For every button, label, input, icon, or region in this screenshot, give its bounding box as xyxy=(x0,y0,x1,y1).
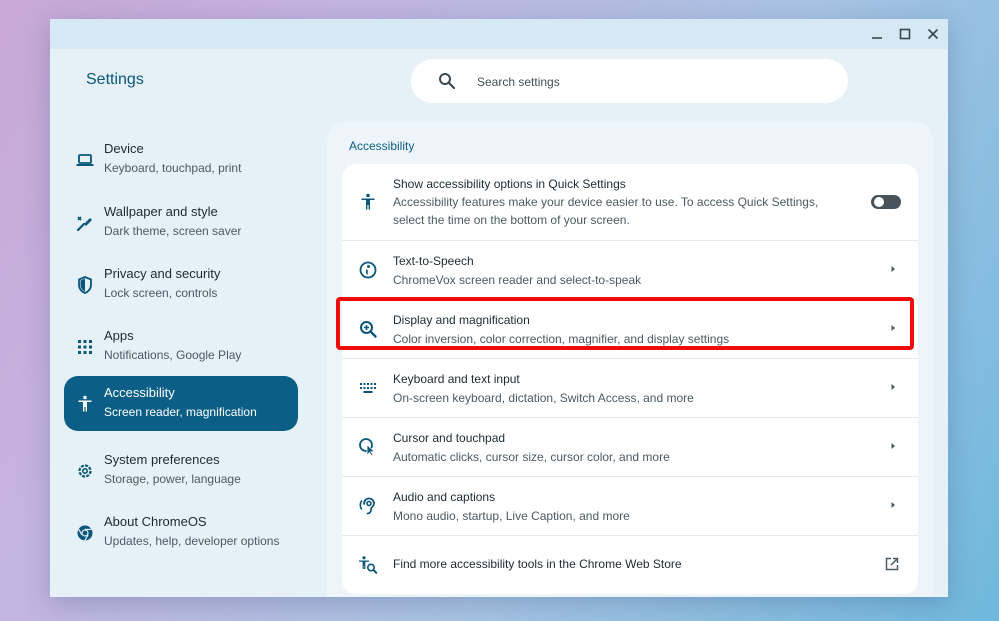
sidebar-item-subtitle: Notifications, Google Play xyxy=(104,348,242,362)
accessibility-icon xyxy=(358,192,378,212)
accessibility-search-icon xyxy=(358,555,378,575)
zoom-in-icon xyxy=(358,319,378,339)
row-title: Audio and captions xyxy=(393,490,496,504)
cursor-icon xyxy=(358,437,378,457)
row-cursor-and-touchpad[interactable]: Cursor and touchpad Automatic clicks, cu… xyxy=(342,417,918,477)
row-subtitle: Mono audio, startup, Live Caption, and m… xyxy=(393,509,630,523)
row-subtitle: Color inversion, color correction, magni… xyxy=(393,332,730,346)
sidebar-item-privacy[interactable]: Privacy and security Lock screen, contro… xyxy=(64,257,298,312)
gear-icon xyxy=(75,461,95,481)
apps-grid-icon xyxy=(75,337,95,357)
chevron-right-icon xyxy=(888,441,898,451)
row-subtitle: On-screen keyboard, dictation, Switch Ac… xyxy=(393,391,694,405)
sidebar-item-about-chromeos[interactable]: About ChromeOS Updates, help, developer … xyxy=(64,505,298,560)
row-title: Cursor and touchpad xyxy=(393,431,506,445)
keyboard-icon xyxy=(358,378,378,398)
row-title: Show accessibility options in Quick Sett… xyxy=(393,177,626,191)
sidebar-item-subtitle: Lock screen, controls xyxy=(104,286,218,300)
search-icon xyxy=(437,71,457,91)
maximize-icon[interactable] xyxy=(896,25,914,43)
settings-window: Settings Device Keyboard, touchpad, prin… xyxy=(50,19,948,597)
row-subtitle: ChromeVox screen reader and select-to-sp… xyxy=(393,273,642,287)
chevron-right-icon xyxy=(888,500,898,510)
sidebar-item-title: System preferences xyxy=(104,452,220,467)
sidebar-item-device[interactable]: Device Keyboard, touchpad, print xyxy=(64,132,298,187)
text-to-speech-icon xyxy=(358,260,378,280)
chevron-right-icon xyxy=(888,382,898,392)
row-keyboard-and-text-input[interactable]: Keyboard and text input On-screen keyboa… xyxy=(342,358,918,418)
row-title: Display and magnification xyxy=(393,313,530,327)
sidebar-item-apps[interactable]: Apps Notifications, Google Play xyxy=(64,319,298,374)
paintbrush-icon xyxy=(75,213,95,233)
sidebar-item-title: Accessibility xyxy=(104,385,175,400)
sidebar-item-title: Apps xyxy=(104,328,134,343)
row-text-to-speech[interactable]: Text-to-Speech ChromeVox screen reader a… xyxy=(342,240,918,300)
sidebar-item-title: About ChromeOS xyxy=(104,514,207,529)
minimize-icon[interactable] xyxy=(868,25,886,43)
row-display-and-magnification[interactable]: Display and magnification Color inversio… xyxy=(342,299,918,359)
caption-bar xyxy=(50,19,948,49)
quick-settings-toggle[interactable] xyxy=(871,195,901,209)
accessibility-card: Show accessibility options in Quick Sett… xyxy=(342,164,918,594)
row-audio-and-captions[interactable]: Audio and captions Mono audio, startup, … xyxy=(342,476,918,536)
sidebar-item-title: Wallpaper and style xyxy=(104,204,218,219)
shield-icon xyxy=(75,275,95,295)
hearing-icon xyxy=(358,496,378,516)
sidebar-item-subtitle: Keyboard, touchpad, print xyxy=(104,161,242,175)
row-title: Keyboard and text input xyxy=(393,372,520,386)
sidebar-item-subtitle: Storage, power, language xyxy=(104,472,241,486)
app-title: Settings xyxy=(86,71,144,88)
toggle-knob xyxy=(874,197,884,207)
row-title: Find more accessibility tools in the Chr… xyxy=(393,557,682,571)
sidebar-item-subtitle: Screen reader, magnification xyxy=(104,405,257,419)
sidebar-item-accessibility[interactable]: Accessibility Screen reader, magnificati… xyxy=(64,376,298,431)
chrome-icon xyxy=(75,523,95,543)
row-subtitle: Accessibility features make your device … xyxy=(393,195,819,227)
search-bar[interactable] xyxy=(411,59,848,103)
row-chrome-web-store-link[interactable]: Find more accessibility tools in the Chr… xyxy=(342,535,918,594)
row-title: Text-to-Speech xyxy=(393,254,474,268)
accessibility-panel: Accessibility Show accessibility options… xyxy=(327,122,933,597)
open-in-new-icon[interactable] xyxy=(884,556,900,572)
section-title: Accessibility xyxy=(349,139,415,153)
row-quick-settings-options[interactable]: Show accessibility options in Quick Sett… xyxy=(342,164,918,241)
sidebar-item-title: Device xyxy=(104,141,144,156)
laptop-icon xyxy=(75,150,95,170)
chevron-right-icon xyxy=(888,264,898,274)
row-subtitle: Automatic clicks, cursor size, cursor co… xyxy=(393,450,670,464)
accessibility-icon xyxy=(75,394,95,414)
close-icon[interactable] xyxy=(924,25,942,43)
sidebar-item-subtitle: Updates, help, developer options xyxy=(104,534,280,548)
search-input[interactable] xyxy=(475,71,819,93)
sidebar-item-subtitle: Dark theme, screen saver xyxy=(104,224,242,238)
sidebar-item-wallpaper[interactable]: Wallpaper and style Dark theme, screen s… xyxy=(64,195,298,250)
sidebar-item-title: Privacy and security xyxy=(104,266,221,281)
sidebar-item-system-preferences[interactable]: System preferences Storage, power, langu… xyxy=(64,443,298,498)
chevron-right-icon xyxy=(888,323,898,333)
